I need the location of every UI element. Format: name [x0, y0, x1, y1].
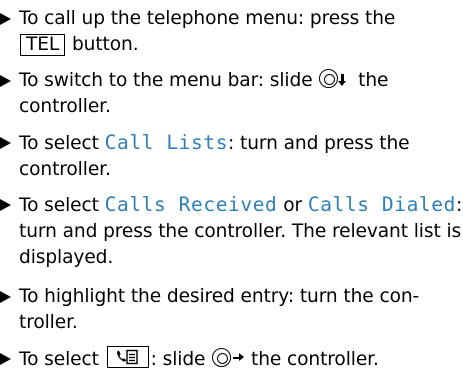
instruction-text: To select : slide the controller. — [19, 346, 463, 373]
menu-item-calls-received: Calls Received — [104, 193, 278, 216]
instruction-text: To select Calls Received or Calls Dialed… — [19, 192, 463, 271]
instruction-text: To switch to the menu bar: slide the con… — [19, 68, 463, 120]
controller-slide-down-icon — [318, 69, 352, 89]
bullet-triangle-icon — [0, 291, 11, 303]
bullet-triangle-icon — [0, 75, 11, 87]
tel-button-symbol: TEL — [20, 34, 66, 56]
menu-item-calls-dialed: Calls Dialed — [307, 193, 456, 216]
bullet-triangle-icon — [0, 13, 11, 25]
instruction-text: To select Call Lists: turn and press the… — [19, 130, 463, 183]
step-text-suffix: the controller. — [245, 349, 379, 370]
bullet-triangle-icon — [0, 137, 11, 149]
step-text-prefix: To select — [19, 195, 105, 216]
bullet-triangle-icon — [0, 199, 11, 211]
step-text-prefix: To select — [19, 133, 105, 154]
step-text-suffix: button. — [66, 34, 139, 55]
step-text-prefix: To select — [19, 349, 105, 370]
step-text-middle: : slide — [150, 349, 212, 370]
step-text-prefix: To call up the telephone menu: press the — [19, 8, 396, 29]
step-text-middle: or — [277, 195, 308, 216]
phonebook-entry-icon — [106, 346, 149, 368]
menu-item-call-lists: Call Lists — [104, 131, 229, 154]
instruction-text: To call up the telephone menu: press the… — [19, 6, 463, 58]
instruction-text: To highlight the desired entry: turn the… — [19, 286, 420, 333]
step-text-prefix: To switch to the menu bar: slide — [19, 70, 319, 91]
bullet-triangle-icon — [0, 353, 11, 365]
controller-slide-right-icon — [211, 348, 245, 368]
